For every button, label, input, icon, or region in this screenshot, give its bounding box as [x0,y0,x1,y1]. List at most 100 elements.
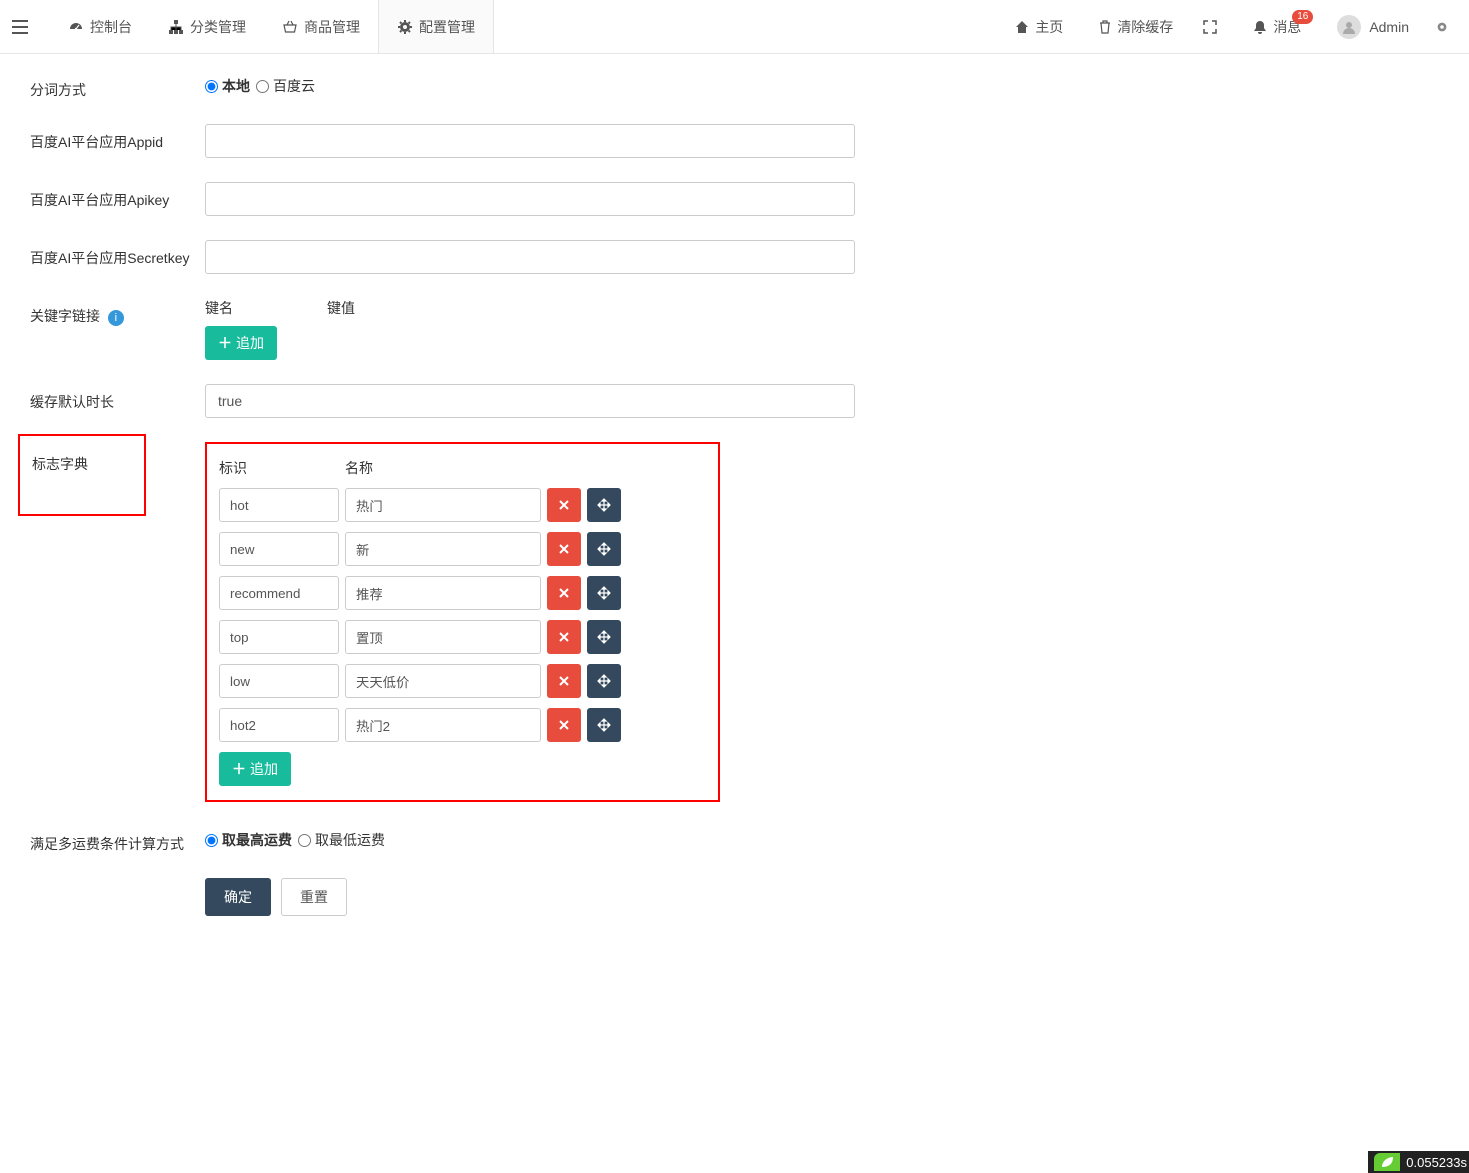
dashboard-icon [68,19,84,35]
appid-label: 百度AI平台应用Appid [30,124,205,158]
close-icon [558,499,570,511]
nav-label: 分类管理 [190,17,246,37]
apikey-input[interactable] [205,182,855,216]
nav-user[interactable]: Admin [1319,0,1427,53]
submit-button[interactable]: 确定 [205,878,271,916]
nav-messages[interactable]: 消息 16 [1235,0,1319,53]
dict-val-header: 名称 [345,458,541,478]
settings-gear-icon[interactable] [1427,20,1457,34]
appid-input[interactable] [205,124,855,158]
dict-key-input[interactable] [219,532,339,566]
debug-timer: 0.055233s [1368,1151,1469,1173]
nav-dashboard[interactable]: 控制台 [50,0,150,53]
delete-row-button[interactable] [547,664,581,698]
seg-radio-local[interactable]: 本地 [205,76,250,96]
nav-clear-cache[interactable]: 清除缓存 [1081,0,1191,53]
menu-toggle-icon[interactable] [12,20,50,34]
dict-val-input[interactable] [345,664,541,698]
append-keyword-button[interactable]: ＋追加 [205,326,277,360]
cache-ttl-label: 缓存默认时长 [30,384,205,418]
move-row-button[interactable] [587,532,621,566]
dict-val-input[interactable] [345,620,541,654]
close-icon [558,587,570,599]
bell-icon [1253,20,1267,34]
move-icon [597,542,611,556]
shipping-label: 满足多运费条件计算方式 [30,826,205,854]
plus-icon: ＋ [232,759,246,779]
nav-products[interactable]: 商品管理 [264,0,378,53]
username: Admin [1369,19,1409,35]
move-row-button[interactable] [587,620,621,654]
dict-row [219,488,706,522]
move-row-button[interactable] [587,576,621,610]
nav-category[interactable]: 分类管理 [150,0,264,53]
nav-config[interactable]: 配置管理 [378,0,494,53]
nav-fullscreen[interactable] [1191,0,1235,53]
dict-row [219,664,706,698]
dict-val-input[interactable] [345,576,541,610]
seg-label: 分词方式 [30,72,205,100]
shipping-radio-high[interactable]: 取最高运费 [205,830,292,850]
messages-badge: 16 [1292,10,1313,24]
delete-row-button[interactable] [547,576,581,610]
move-icon [597,498,611,512]
plus-icon: ＋ [218,333,232,353]
dict-val-input[interactable] [345,532,541,566]
close-icon [558,631,570,643]
dict-key-input[interactable] [219,664,339,698]
move-icon [597,586,611,600]
top-navbar: 控制台 分类管理 商品管理 配置管理 主页 清除缓存 消息 16 [0,0,1469,54]
delete-row-button[interactable] [547,708,581,742]
nav-label: 商品管理 [304,17,360,37]
nav-label: 配置管理 [419,17,475,37]
move-row-button[interactable] [587,488,621,522]
dict-label: 标志字典 [18,434,146,516]
keyword-link-label: 关键字链接 i [30,298,205,360]
dict-row [219,620,706,654]
basket-icon [282,19,298,35]
sitemap-icon [168,19,184,35]
dict-key-header: 标识 [219,458,345,478]
seg-radio-baidu[interactable]: 百度云 [256,76,315,96]
nav-label: 主页 [1035,17,1063,37]
delete-row-button[interactable] [547,488,581,522]
key-value-header: 键值 [327,298,527,318]
nav-label: 清除缓存 [1117,17,1173,37]
move-row-button[interactable] [587,664,621,698]
close-icon [558,719,570,731]
append-dict-button[interactable]: ＋追加 [219,752,291,786]
move-icon [597,718,611,732]
dict-key-input[interactable] [219,576,339,610]
trash-icon [1099,20,1111,34]
apikey-label: 百度AI平台应用Apikey [30,182,205,216]
dict-key-input[interactable] [219,708,339,742]
dict-key-input[interactable] [219,620,339,654]
move-row-button[interactable] [587,708,621,742]
form-content: 分词方式 本地 百度云 百度AI平台应用Appid 百度AI平台应用Apikey… [0,54,1469,958]
close-icon [558,543,570,555]
delete-row-button[interactable] [547,620,581,654]
dict-row [219,532,706,566]
gear-icon [397,19,413,35]
dict-key-input[interactable] [219,488,339,522]
nav-label: 控制台 [90,17,132,37]
info-icon[interactable]: i [108,310,124,326]
key-name-header: 键名 [205,298,327,318]
close-icon [558,675,570,687]
dict-row [219,708,706,742]
secretkey-label: 百度AI平台应用Secretkey [30,240,205,274]
dict-val-input[interactable] [345,708,541,742]
home-icon [1015,20,1029,34]
avatar-icon [1337,15,1361,39]
expand-icon [1203,20,1217,34]
reset-button[interactable]: 重置 [281,878,347,916]
move-icon [597,630,611,644]
cache-ttl-input[interactable] [205,384,855,418]
nav-home[interactable]: 主页 [997,0,1081,53]
shipping-radio-low[interactable]: 取最低运费 [298,830,385,850]
move-icon [597,674,611,688]
secretkey-input[interactable] [205,240,855,274]
delete-row-button[interactable] [547,532,581,566]
dict-row [219,576,706,610]
dict-val-input[interactable] [345,488,541,522]
